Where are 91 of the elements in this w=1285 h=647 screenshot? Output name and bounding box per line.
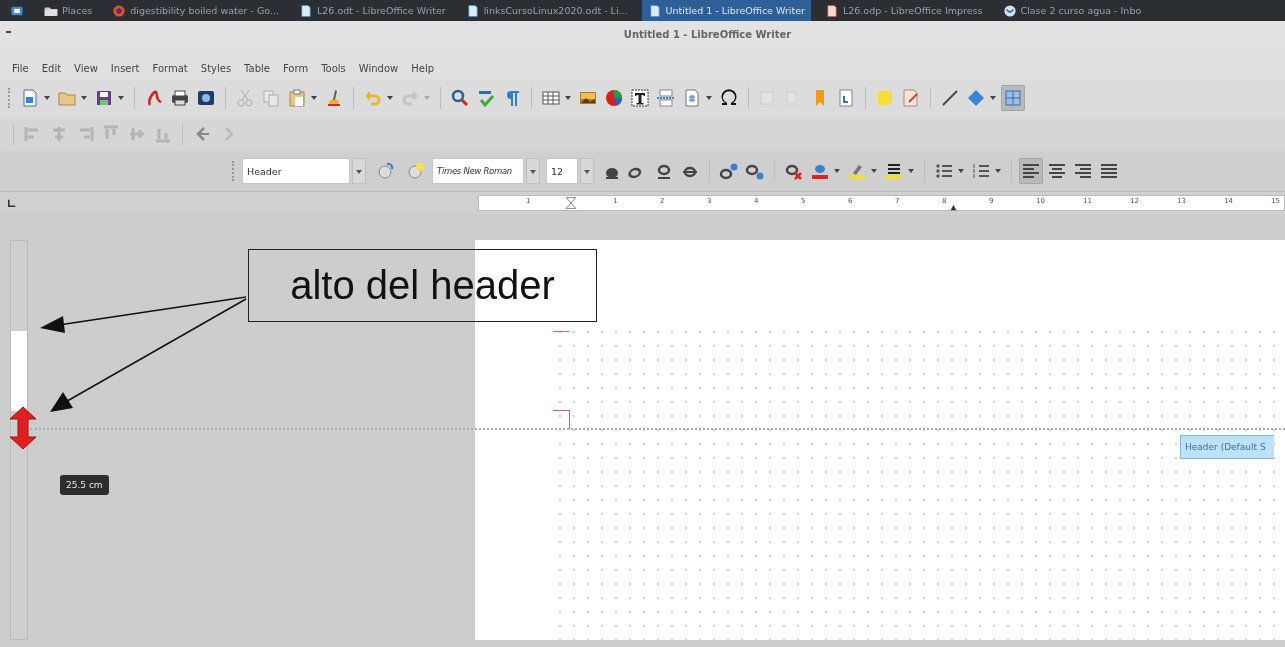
menu-item[interactable]: Format xyxy=(152,62,188,74)
clipboard-icon xyxy=(287,88,307,108)
new-document-icon xyxy=(20,88,40,108)
document-icon xyxy=(647,3,662,18)
margin-corner-mark xyxy=(553,331,569,333)
vertical-ruler[interactable] xyxy=(10,240,28,640)
font-name-field[interactable]: Times New Roman xyxy=(432,158,524,184)
text-frame-icon xyxy=(630,88,650,108)
caret-icon xyxy=(958,169,964,173)
menu-item[interactable]: Help xyxy=(411,62,435,74)
spellcheck-icon xyxy=(476,88,496,108)
grid-toggle-button[interactable] xyxy=(1001,85,1025,111)
indent-marker-icon[interactable] xyxy=(565,196,577,210)
align-text-left-icon xyxy=(1021,161,1041,181)
caret-icon xyxy=(118,96,124,100)
align-text-center-icon xyxy=(1047,161,1067,181)
mail-icon xyxy=(1002,3,1017,18)
caret-icon xyxy=(565,96,571,100)
menu-item[interactable]: View xyxy=(74,62,98,74)
caret-icon xyxy=(311,96,317,100)
caret-icon xyxy=(871,169,877,173)
menu-item[interactable]: Window xyxy=(358,62,399,74)
field-page-icon xyxy=(682,88,702,108)
caret-icon xyxy=(706,96,712,100)
caret-icon xyxy=(995,169,1001,173)
justify-text-icon xyxy=(1099,161,1119,181)
sticky-note-icon xyxy=(875,88,895,108)
taskbar-button[interactable]: linksCursoLinux2020.odt - Li... xyxy=(459,0,634,21)
dropdown-button[interactable] xyxy=(526,158,540,184)
track-changes-icon xyxy=(901,88,921,108)
menu-item[interactable]: Edit xyxy=(41,62,62,74)
caret-icon xyxy=(44,96,50,100)
paragraph-style-field[interactable]: Header xyxy=(242,158,350,184)
superscript-icon xyxy=(719,161,739,181)
taskbar-button[interactable]: Places xyxy=(38,0,99,21)
tooltip: 25.5 cm xyxy=(60,475,109,495)
menu-item[interactable]: Insert xyxy=(110,62,140,74)
search-icon xyxy=(450,88,470,108)
caret-icon xyxy=(387,96,393,100)
new-style-icon[interactable] xyxy=(406,161,426,181)
slides-icon xyxy=(824,3,839,18)
font-size-field[interactable]: 12 xyxy=(546,158,578,184)
document-icon xyxy=(465,3,480,18)
document-icon xyxy=(299,3,313,18)
printer-icon xyxy=(170,88,190,108)
taskbar-button[interactable]: Untitled 1 - LibreOffice Writer xyxy=(641,0,811,21)
scissors-icon xyxy=(235,88,255,108)
annotation-box: alto del header xyxy=(248,249,597,322)
window-title: Untitled 1 - LibreOffice Writer xyxy=(622,28,792,40)
toolbar-grip[interactable] xyxy=(8,88,12,108)
align-text-left-button[interactable] xyxy=(1019,158,1043,184)
header-tag[interactable]: Header (Default S xyxy=(1180,435,1274,459)
menu-item[interactable]: File xyxy=(12,62,29,74)
bulleted-list-icon xyxy=(934,161,954,181)
copy-icon xyxy=(261,88,281,108)
diamond-icon xyxy=(966,88,986,108)
menu-item[interactable]: Form xyxy=(282,62,309,74)
tab-marker-icon[interactable] xyxy=(949,204,958,211)
omega-icon xyxy=(719,88,739,108)
grid-toggle-icon xyxy=(1003,88,1023,108)
update-style-icon[interactable] xyxy=(376,161,396,181)
caret-icon xyxy=(834,169,840,173)
caret-icon xyxy=(81,96,87,100)
line-icon xyxy=(940,88,960,108)
resize-cursor-icon xyxy=(8,406,38,450)
tab-stop-icon[interactable] xyxy=(8,199,16,207)
toolbar-grip[interactable] xyxy=(232,161,236,181)
margin-corner-mark xyxy=(553,410,570,429)
cross-reference-icon xyxy=(836,88,856,108)
dropdown-button[interactable] xyxy=(580,158,594,184)
menu-item[interactable]: Table xyxy=(244,62,270,74)
page-break-icon xyxy=(656,88,676,108)
dropdown-button[interactable] xyxy=(352,158,366,184)
numbered-list-icon xyxy=(971,161,991,181)
paragraph-background-icon xyxy=(884,161,904,181)
globe-icon xyxy=(112,3,127,18)
preview-icon xyxy=(196,88,216,108)
menu-item[interactable]: Styles xyxy=(200,62,232,74)
caret-icon xyxy=(908,169,914,173)
taskbar-button[interactable]: Clase 2 curso agua - Inbo xyxy=(996,0,1148,21)
taskbar-button[interactable]: L26.odp - LibreOffice Impress xyxy=(818,0,989,21)
redo-arrow-icon xyxy=(400,88,420,108)
table-icon xyxy=(541,88,561,108)
taskbar-button[interactable]: L26.odt - LibreOffice Writer xyxy=(293,0,452,21)
caret-icon xyxy=(990,96,996,100)
pie-chart-icon xyxy=(604,88,624,108)
taskbar-button[interactable]: digestibility boiled water - Go... xyxy=(106,0,285,21)
caret-icon xyxy=(424,96,430,100)
align-text-right-icon xyxy=(1073,161,1093,181)
menu-item[interactable]: Tools xyxy=(321,62,346,74)
save-icon xyxy=(94,88,114,108)
